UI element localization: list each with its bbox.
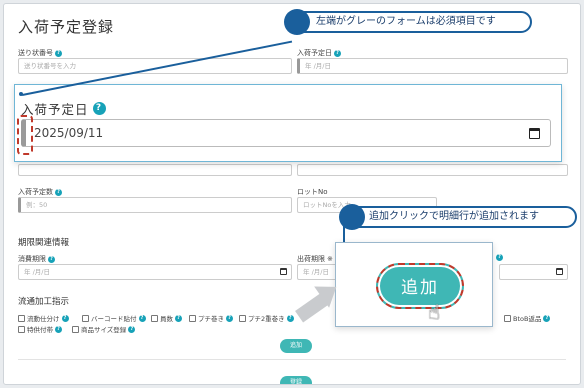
callout-dot-icon	[284, 9, 310, 35]
checkbox-item[interactable]: バーコード貼付 ?	[82, 313, 146, 323]
add-button-small[interactable]: 追加	[280, 339, 312, 353]
help-icon[interactable]: ?	[55, 49, 62, 57]
ship-limit-label: 出荷期限 ※	[297, 255, 333, 263]
required-highlight	[17, 115, 33, 155]
help-icon[interactable]: ?	[286, 314, 294, 322]
lot-label: ロットNo	[297, 188, 328, 196]
help-icon[interactable]: ?	[543, 314, 551, 322]
calendar-icon[interactable]	[556, 268, 563, 275]
help-icon[interactable]: ?	[48, 255, 55, 263]
help-icon[interactable]: ?	[334, 49, 341, 57]
checkbox-item[interactable]: BtoB返品 ?	[504, 313, 551, 323]
qty-label: 入荷予定数 ?	[18, 187, 62, 197]
tracking-no-input[interactable]: 送り状番号を入力	[18, 58, 292, 74]
help-icon[interactable]: ?	[55, 325, 62, 333]
partial-input-left[interactable]	[18, 164, 292, 176]
divider	[18, 359, 566, 360]
callout-add: 追加クリックで明細行が追加されます	[339, 204, 577, 230]
help-icon[interactable]: ?	[128, 325, 136, 333]
zoom-date-input[interactable]: 2025/09/11	[21, 119, 551, 147]
checkbox-item[interactable]: 流動仕分け ?	[18, 313, 69, 323]
connector-dot	[19, 92, 23, 96]
expiry-input[interactable]: 年 /月/日	[18, 264, 292, 280]
expiry-label: 消費期限 ?	[18, 254, 55, 264]
help-icon[interactable]: ?	[496, 254, 503, 261]
section-period: 期限関連情報	[18, 238, 70, 248]
checkbox[interactable]	[72, 325, 79, 333]
checkbox[interactable]	[189, 314, 196, 322]
callout-required: 左端がグレーのフォームは必須項目です	[284, 9, 532, 35]
checkbox-item[interactable]: 商品サイズ登録 ?	[72, 324, 136, 334]
calendar-icon[interactable]	[280, 268, 287, 275]
arrival-date-input[interactable]: 年 /月/日	[297, 58, 568, 74]
checkbox-item[interactable]: 員数 ?	[151, 313, 182, 323]
zoom-add-button: 追加 ☝	[335, 242, 493, 327]
help-icon[interactable]: ?	[55, 188, 62, 196]
checkbox[interactable]	[239, 314, 246, 322]
hand-pointer-icon: ☝	[428, 300, 441, 324]
calendar-icon[interactable]	[529, 128, 540, 139]
help-icon[interactable]: ?	[61, 314, 69, 322]
callout-dot-icon	[339, 204, 365, 230]
help-icon[interactable]: ?	[92, 102, 106, 115]
checkbox[interactable]	[82, 314, 89, 322]
qty-input[interactable]: 例：50	[18, 197, 292, 213]
zoom-field-label: 入荷予定日 ?	[21, 99, 106, 118]
ship-limit-input[interactable]: 年 /月/日	[297, 264, 337, 280]
checkbox-item[interactable]: プチ巻き ?	[189, 313, 233, 323]
date-input-right[interactable]	[499, 264, 568, 280]
register-button[interactable]: 登録	[280, 376, 312, 384]
add-button-large[interactable]: 追加	[376, 263, 464, 309]
arrival-date-label: 入荷予定日 ?	[297, 48, 341, 58]
tracking-no-label: 送り状番号 ?	[18, 48, 62, 58]
checkbox[interactable]	[18, 325, 25, 333]
partial-input-right[interactable]	[297, 164, 568, 176]
checkbox[interactable]	[151, 314, 158, 322]
help-icon[interactable]: ?	[226, 314, 233, 322]
section-processing: 流通加工指示	[18, 297, 70, 307]
help-icon[interactable]: ?	[138, 314, 146, 322]
checkbox-item[interactable]: プチ2重巻き ?	[239, 313, 294, 323]
checkbox-item[interactable]: 特供付帯 ?	[18, 324, 62, 334]
checkbox[interactable]	[504, 314, 511, 322]
checkbox[interactable]	[18, 314, 25, 322]
page-title: 入荷予定登録	[18, 18, 115, 36]
zoom-required-field: 入荷予定日 ? 2025/09/11	[14, 84, 562, 162]
help-icon[interactable]: ?	[175, 314, 182, 322]
form-panel: 入荷予定登録 送り状番号 ? 送り状番号を入力 入荷予定日 ? 年 /月/日 入…	[3, 3, 581, 385]
